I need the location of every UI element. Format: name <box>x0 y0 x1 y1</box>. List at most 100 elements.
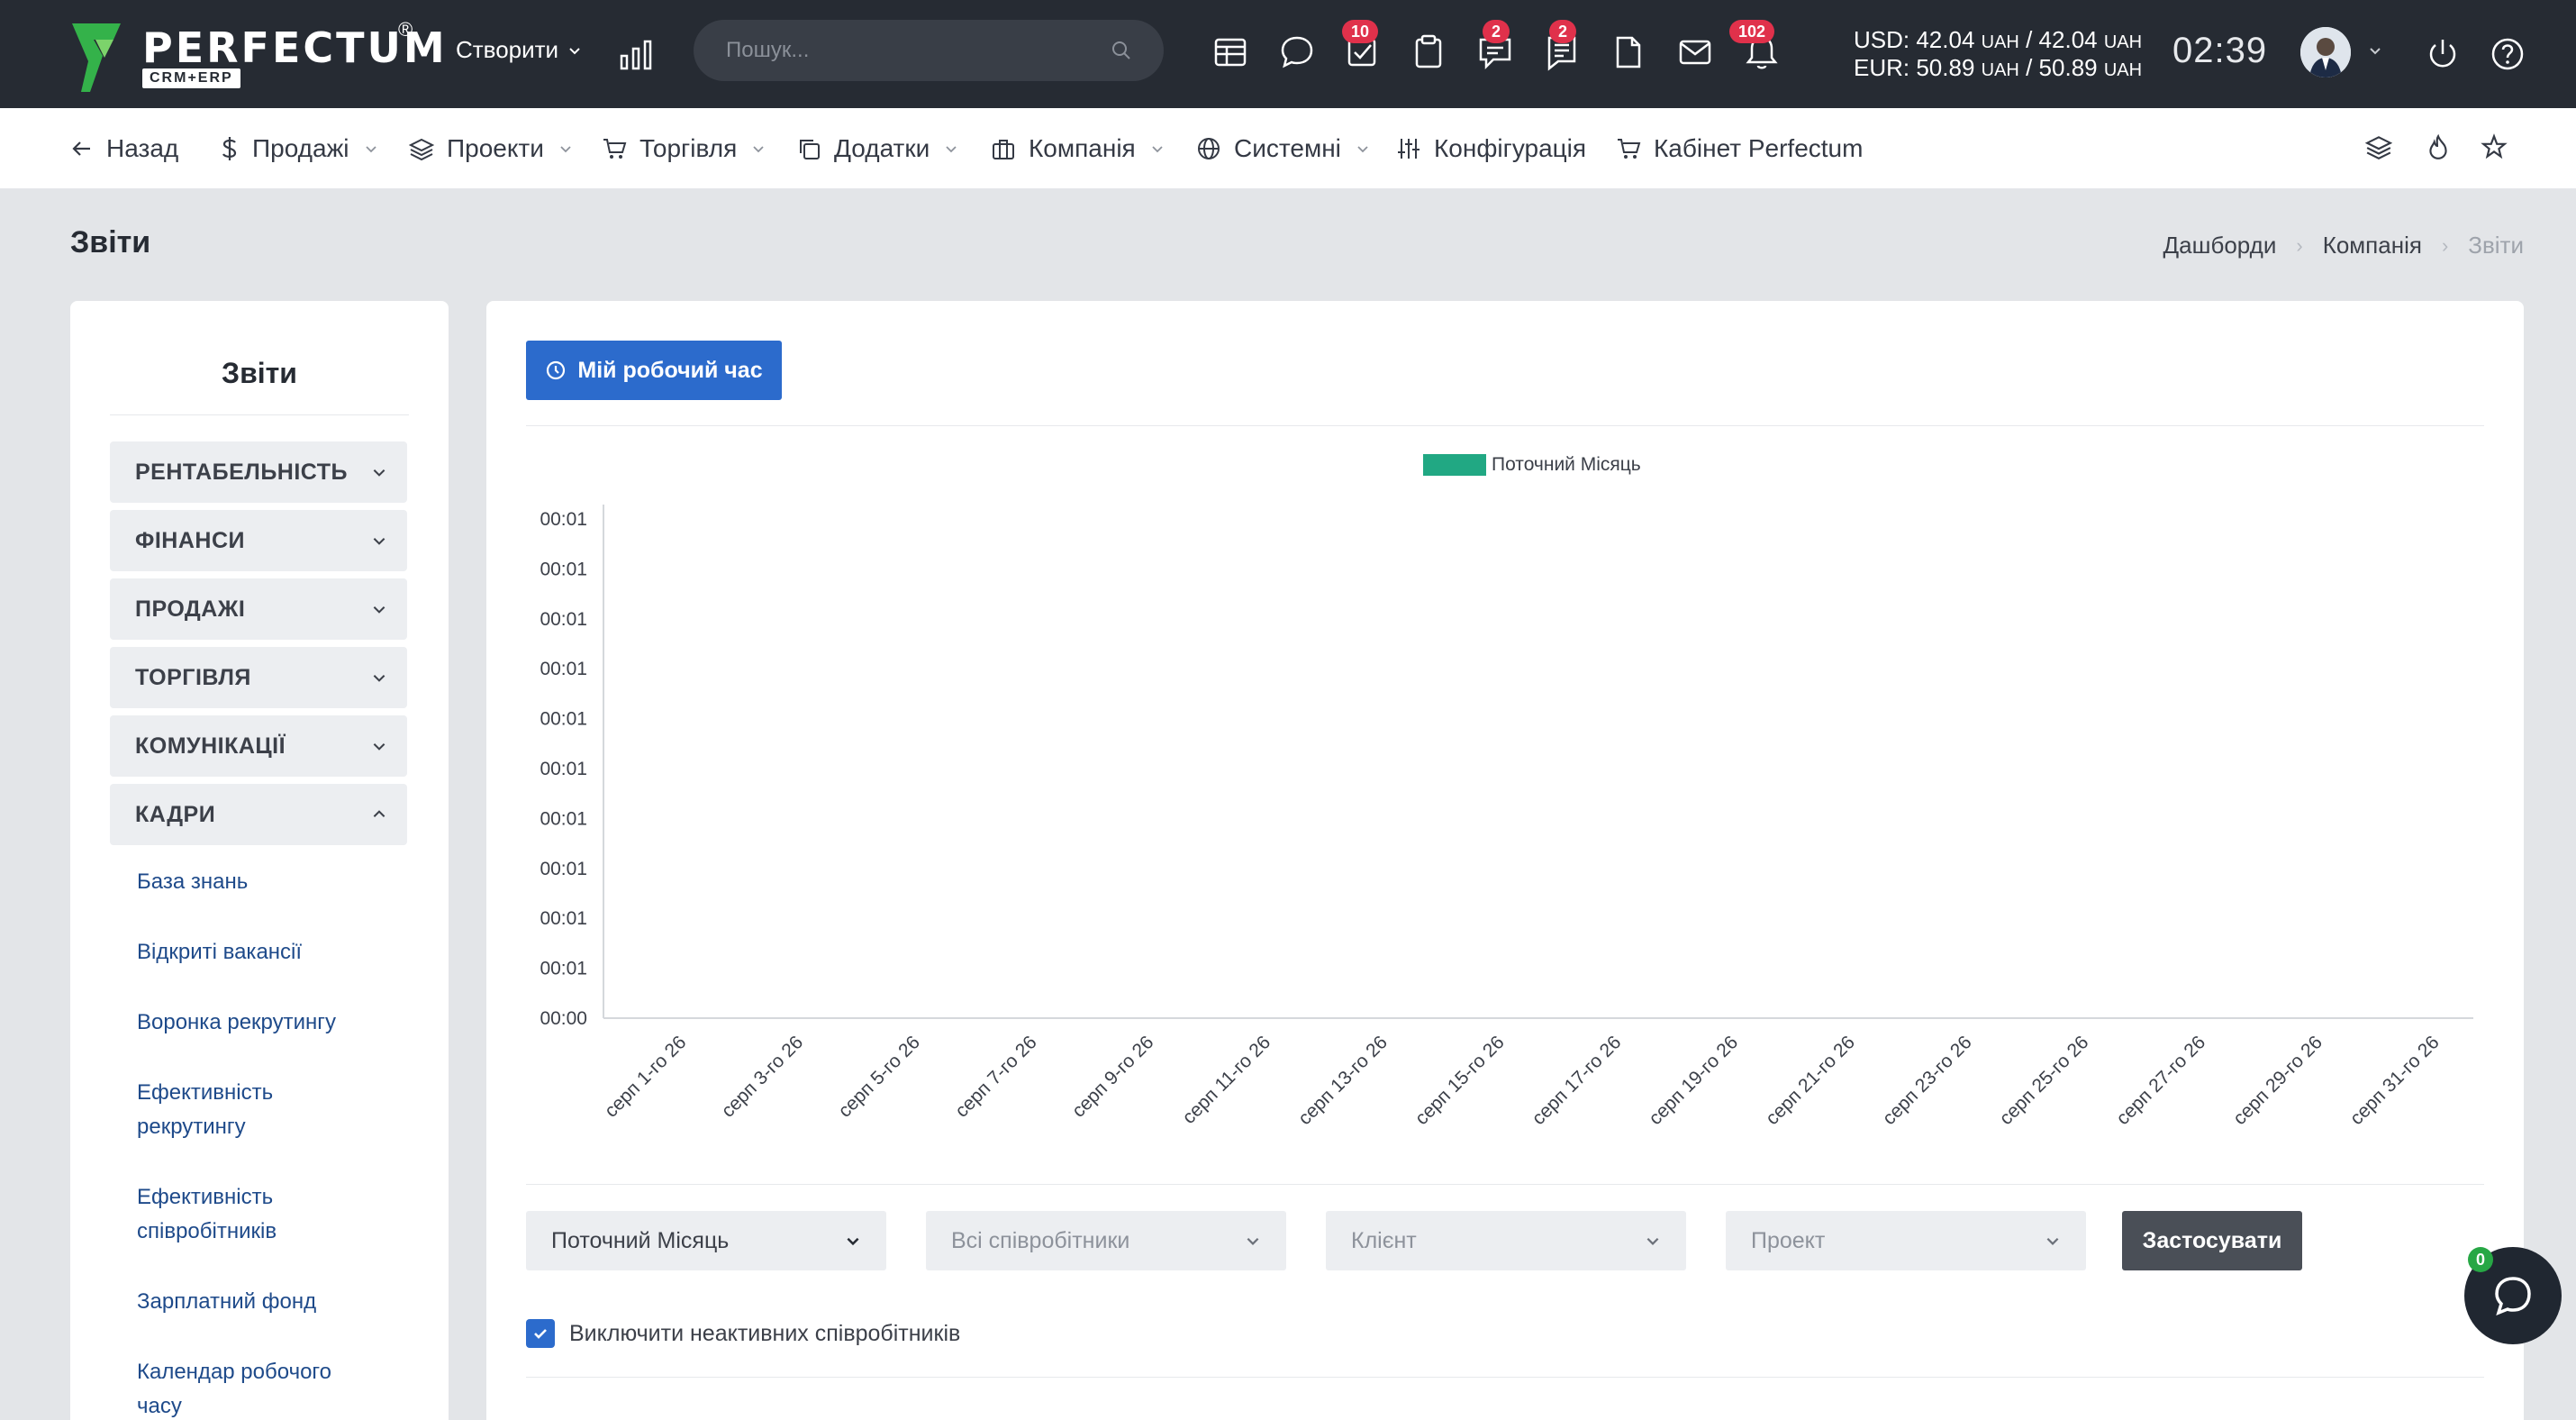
x-tick-label: серп 19-го 26 <box>1645 1032 1742 1129</box>
y-tick-label: 00:01 <box>540 808 587 829</box>
user-avatar[interactable] <box>2300 27 2351 77</box>
client-placeholder: Клієнт <box>1351 1227 1417 1253</box>
nav-trade[interactable]: Торгівля <box>602 130 766 168</box>
x-tick-label: серп 9-го 26 <box>1068 1032 1158 1122</box>
document-icon[interactable] <box>1609 32 1648 72</box>
chevron-down-icon <box>1247 1237 1259 1245</box>
worktime-chart: 00:01 00:01 00:01 00:01 00:01 00:01 00:01 00:01… <box>540 505 2473 1129</box>
nav-addons[interactable]: Додатки <box>796 130 958 168</box>
comments-button[interactable]: 2 <box>1475 20 1515 72</box>
cart-icon <box>1618 139 1641 159</box>
chevron-down-icon <box>373 606 385 614</box>
nav-config[interactable]: Конфігурація <box>1396 130 1586 168</box>
breadcrumb-company[interactable]: Компанія <box>2323 232 2422 259</box>
search-bar[interactable] <box>694 20 1164 81</box>
currency-usd-2: / 42.04 <box>2026 26 2098 53</box>
section-profitability[interactable]: РЕНТАБЕЛЬНІСТЬ <box>110 441 407 503</box>
apply-button[interactable]: Застосувати <box>2122 1211 2302 1270</box>
cart-icon <box>603 139 627 159</box>
link-payroll[interactable]: Зарплатний фонд <box>137 1285 407 1319</box>
breadcrumb-separator-icon: › <box>2296 233 2303 257</box>
period-select[interactable]: Поточний Місяць <box>526 1211 886 1270</box>
star-icon[interactable] <box>2481 133 2508 160</box>
report-panel: Мій робочий час Поточний Місяць 00:01 00:… <box>486 301 2524 1420</box>
calendar-table-icon[interactable] <box>1211 32 1250 72</box>
chevron-down-icon <box>1646 1237 1659 1245</box>
link-knowledge-base[interactable]: База знань <box>137 865 407 899</box>
search-icon[interactable] <box>1111 41 1131 60</box>
nav-back[interactable]: Назад <box>70 130 178 168</box>
power-icon[interactable] <box>2423 34 2463 74</box>
layers-icon[interactable] <box>2365 133 2392 160</box>
tasks-button[interactable]: 10 <box>1342 20 1382 72</box>
link-open-vacancies[interactable]: Відкриті вакансії <box>137 935 407 969</box>
currency-usd-unit-1: UAH <box>1981 32 2019 52</box>
copy-icon <box>800 140 820 159</box>
x-tick-label: серп 17-го 26 <box>1528 1032 1626 1129</box>
x-tick-label: серп 25-го 26 <box>1996 1032 2093 1129</box>
section-finance[interactable]: ФІНАНСИ <box>110 510 407 571</box>
link-work-calendar[interactable]: Календар робочого часу <box>137 1355 362 1420</box>
mail-icon[interactable] <box>1675 32 1715 72</box>
chevron-down-icon <box>2046 1237 2059 1245</box>
chevron-down-icon <box>753 146 764 153</box>
section-trade[interactable]: ТОРГІВЛЯ <box>110 647 407 708</box>
y-tick-label: 00:01 <box>540 509 587 530</box>
link-recruiting-funnel[interactable]: Воронка рекрутингу <box>137 1006 407 1040</box>
client-select[interactable]: Клієнт <box>1326 1211 1686 1270</box>
exclude-inactive-checkbox[interactable]: Виключити неактивних співробітників <box>526 1319 960 1348</box>
chevron-down-icon <box>1152 146 1163 153</box>
chat-bubble-icon[interactable] <box>1277 32 1317 72</box>
divider <box>526 1377 2484 1378</box>
currency-eur-unit-1: UAH <box>1981 60 2019 80</box>
nav-cabinet-label: Кабінет Perfectum <box>1654 134 1864 162</box>
link-recruiting-efficiency[interactable]: Ефективність рекрутингу <box>137 1076 335 1144</box>
chat-button[interactable]: 0 <box>2464 1247 2562 1344</box>
create-menu[interactable]: Створити <box>456 36 582 64</box>
x-tick-label: серп 27-го 26 <box>2112 1032 2209 1129</box>
fire-icon[interactable] <box>2425 133 2452 160</box>
breadcrumb-separator-icon: › <box>2441 233 2449 257</box>
logo-subtext: CRM+ERP <box>142 68 240 88</box>
arrow-left-icon <box>72 141 90 156</box>
x-tick-label: серп 3-го 26 <box>718 1032 808 1122</box>
project-select[interactable]: Проект <box>1726 1211 2086 1270</box>
section-communications[interactable]: КОМУНІКАЦІЇ <box>110 715 407 777</box>
currency-eur: EUR: 50.89 <box>1854 54 1975 81</box>
section-hr[interactable]: КАДРИ <box>110 784 407 845</box>
reports-sidebar: Звіти РЕНТАБЕЛЬНІСТЬ ФІНАНСИ ПРОДАЖІ ТОР… <box>70 301 449 1420</box>
user-menu-chevron-icon[interactable] <box>2367 43 2383 59</box>
y-tick-label: 00:01 <box>540 709 587 730</box>
x-tick-label: серп 13-го 26 <box>1294 1032 1392 1129</box>
employees-select[interactable]: Всі співробітники <box>926 1211 1286 1270</box>
nav-company[interactable]: Компанія <box>991 130 1165 168</box>
sliders-icon <box>1398 139 1420 159</box>
chat-bubble-icon <box>2495 1277 2531 1315</box>
perfectum-logo[interactable]: PERFECTUM ® CRM+ERP <box>68 18 445 94</box>
clipboard-icon[interactable] <box>1409 32 1448 72</box>
x-tick-label: серп 7-го 26 <box>951 1032 1041 1122</box>
breadcrumb-dashboards[interactable]: Дашборди <box>2163 232 2277 259</box>
comments-badge: 2 <box>1483 20 1510 43</box>
nav-cabinet[interactable]: Кабінет Perfectum <box>1616 130 1863 168</box>
section-label: ТОРГІВЛЯ <box>135 664 251 690</box>
stats-bars-icon[interactable] <box>618 36 654 72</box>
y-tick-label: 00:01 <box>540 609 587 630</box>
checkbox-checked-icon[interactable] <box>526 1319 555 1348</box>
nav-sales[interactable]: Продажі <box>220 130 378 168</box>
nav-projects[interactable]: Проекти <box>409 130 573 168</box>
chevron-down-icon <box>373 743 385 751</box>
feedback-button[interactable]: 2 <box>1542 20 1582 72</box>
chat-count-badge: 0 <box>2468 1247 2493 1272</box>
section-label: ПРОДАЖІ <box>135 596 246 622</box>
y-tick-label: 00:00 <box>540 1008 587 1029</box>
currency-rates: USD: 42.04 UAH / 42.04 UAH EUR: 50.89 UA… <box>1854 27 2142 83</box>
notifications-button[interactable]: 102 <box>1729 20 1782 72</box>
search-input[interactable] <box>726 38 1086 63</box>
section-sales[interactable]: ПРОДАЖІ <box>110 578 407 640</box>
nav-system[interactable]: Системні <box>1196 130 1370 168</box>
link-employee-efficiency[interactable]: Ефективність співробітників <box>137 1180 335 1249</box>
breadcrumb: Дашборди › Компанія › Звіти <box>2163 232 2524 259</box>
page-title: Звіти <box>70 225 151 259</box>
help-icon[interactable] <box>2488 34 2527 74</box>
